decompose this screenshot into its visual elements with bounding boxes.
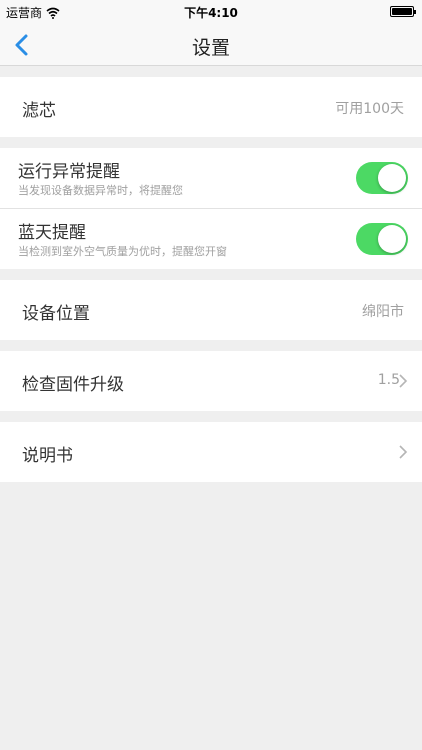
firmware-version-value: 1.5: [377, 372, 400, 388]
manual-section: 说明书: [0, 422, 422, 482]
filter-label: 滤芯: [22, 101, 56, 121]
alerts-section: 运行异常提醒 当发现设备数据异常时，将提醒您 蓝天提醒 当检测到室外空气质量为优…: [0, 148, 422, 269]
toggle-knob: [378, 225, 406, 253]
firmware-upgrade-row[interactable]: 检查固件升级 1.5: [0, 351, 422, 411]
filter-remaining-value: 可用100天: [335, 101, 404, 117]
toggle-knob: [378, 164, 406, 192]
abnormal-alert-title: 运行异常提醒: [18, 162, 120, 182]
abnormal-alert-row: 运行异常提醒 当发现设备数据异常时，将提醒您: [0, 148, 422, 208]
device-location-label: 设备位置: [22, 304, 90, 324]
status-bar: 运营商 下午4:10: [0, 0, 422, 24]
chevron-right-icon: [399, 374, 408, 388]
blue-sky-alert-row: 蓝天提醒 当检测到室外空气质量为优时，提醒您开窗: [0, 209, 422, 269]
blue-sky-alert-title: 蓝天提醒: [18, 223, 86, 243]
manual-label: 说明书: [22, 446, 73, 466]
location-section: 设备位置 绵阳市: [0, 280, 422, 340]
blue-sky-alert-subtitle: 当检测到室外空气质量为优时，提醒您开窗: [18, 245, 227, 258]
navigation-bar: 设置: [0, 24, 422, 66]
filter-row[interactable]: 滤芯 可用100天: [0, 77, 422, 137]
manual-row[interactable]: 说明书: [0, 422, 422, 482]
abnormal-alert-toggle[interactable]: [356, 162, 408, 194]
chevron-right-icon: [399, 445, 408, 459]
firmware-upgrade-label: 检查固件升级: [22, 375, 124, 395]
page-title: 设置: [191, 37, 230, 59]
battery-icon: [390, 6, 416, 17]
filter-section: 滤芯 可用100天: [0, 77, 422, 137]
device-location-value: 绵阳市: [362, 304, 404, 320]
abnormal-alert-subtitle: 当发现设备数据异常时，将提醒您: [18, 184, 183, 197]
blue-sky-alert-toggle[interactable]: [356, 223, 408, 255]
firmware-section: 检查固件升级 1.5: [0, 351, 422, 411]
status-time: 下午4:10: [184, 6, 238, 20]
device-location-row[interactable]: 设备位置 绵阳市: [0, 280, 422, 340]
